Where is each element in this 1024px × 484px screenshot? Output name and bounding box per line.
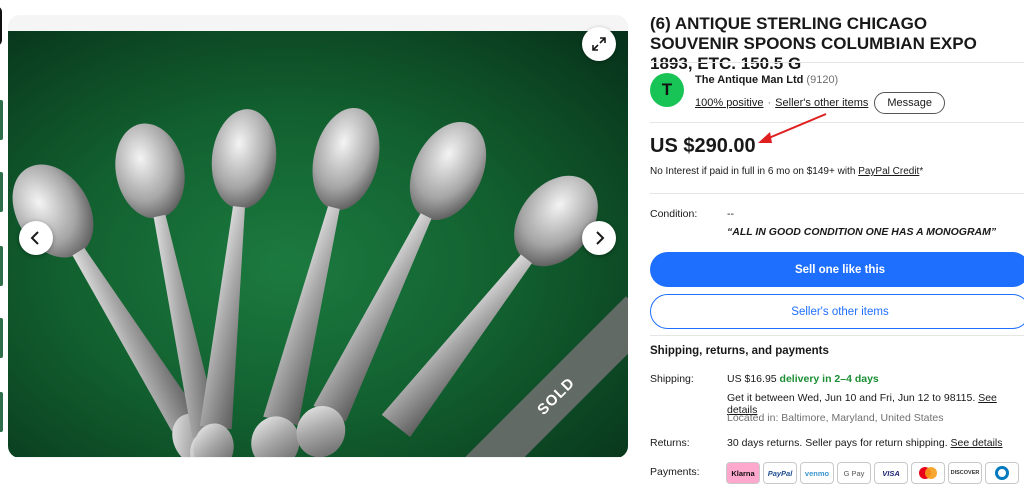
thumbnail[interactable] xyxy=(0,100,3,140)
delivery-estimate-text: Get it between Wed, Jun 10 and Fri, Jun … xyxy=(727,392,979,404)
divider xyxy=(650,193,1024,194)
delivery-speed: delivery in 2–4 days xyxy=(779,373,879,385)
item-location: Located in: Baltimore, Maryland, United … xyxy=(727,412,944,424)
thumbnail[interactable] xyxy=(0,392,3,432)
product-photo[interactable]: SOLD xyxy=(8,31,628,457)
shipping-cost-text: US $16.95 xyxy=(727,373,780,385)
credit-suffix: * xyxy=(919,166,924,177)
expand-icon xyxy=(592,37,606,51)
thumbnail-selected[interactable] xyxy=(0,6,2,46)
red-arrow-annotation-icon xyxy=(758,113,827,143)
divider xyxy=(650,335,1024,336)
payment-methods: Klarna PayPal venmo G Pay VISA DISCOVER xyxy=(726,462,1019,484)
expand-button[interactable] xyxy=(582,27,616,61)
returns-label: Returns: xyxy=(650,437,690,449)
returns-text: 30 days returns. Seller pays for return … xyxy=(727,437,951,449)
condition-value: -- xyxy=(727,208,734,220)
seller-card: T The Antique Man Ltd (9120) 100% positi… xyxy=(650,72,1024,118)
shipping-label: Shipping: xyxy=(650,373,694,385)
paypal-icon: PayPal xyxy=(763,462,797,484)
message-button[interactable]: Message xyxy=(874,92,946,114)
chevron-right-icon xyxy=(596,231,605,245)
mastercard-icon xyxy=(911,462,945,484)
condition-label: Condition: xyxy=(650,208,698,220)
thumbnail-strip xyxy=(0,0,6,478)
returns-see-details-link[interactable]: See details xyxy=(951,437,1003,449)
condition-note: “ALL IN GOOD CONDITION ONE HAS A MONOGRA… xyxy=(727,226,997,238)
separator: · xyxy=(767,97,772,109)
seller-other-items-link[interactable]: Seller's other items xyxy=(775,97,868,109)
credit-offer: No Interest if paid in full in 6 mo on $… xyxy=(650,166,923,177)
seller-name-text[interactable]: The Antique Man Ltd xyxy=(695,74,803,86)
listing-details: (6) ANTIQUE STERLING CHICAGO SOUVENIR SP… xyxy=(650,0,1024,484)
sell-one-like-this-button[interactable]: Sell one like this xyxy=(650,252,1024,287)
image-gallery: SOLD xyxy=(8,15,628,458)
shipping-cost: US $16.95 delivery in 2–4 days xyxy=(727,373,879,385)
thumbnail[interactable] xyxy=(0,246,3,286)
discover-icon: DISCOVER xyxy=(948,462,982,484)
chevron-left-icon xyxy=(30,231,39,245)
positive-feedback-link[interactable]: 100% positive xyxy=(695,97,764,109)
diners-club-icon xyxy=(985,462,1019,484)
divider xyxy=(650,62,1024,63)
sellers-other-items-button[interactable]: Seller's other items xyxy=(650,294,1024,329)
thumbnail[interactable] xyxy=(0,318,3,358)
shipping-section-title: Shipping, returns, and payments xyxy=(650,345,829,357)
thumbnail[interactable] xyxy=(0,172,3,212)
paypal-credit-link[interactable]: PayPal Credit xyxy=(858,166,919,177)
price: US $290.00 xyxy=(650,135,756,157)
visa-icon: VISA xyxy=(874,462,908,484)
payments-label: Payments: xyxy=(650,466,700,478)
next-image-button[interactable] xyxy=(582,221,616,255)
previous-image-button[interactable] xyxy=(19,221,53,255)
seller-feedback-score: (9120) xyxy=(806,74,839,86)
mastercard-logo-icon xyxy=(919,467,937,479)
returns-policy: 30 days returns. Seller pays for return … xyxy=(727,437,1002,449)
venmo-icon: venmo xyxy=(800,462,834,484)
diners-logo-icon xyxy=(995,466,1009,480)
google-pay-icon: G Pay xyxy=(837,462,871,484)
divider xyxy=(650,122,1024,123)
seller-avatar[interactable]: T xyxy=(650,73,684,107)
klarna-icon: Klarna xyxy=(726,462,760,484)
seller-name[interactable]: The Antique Man Ltd (9120) xyxy=(695,74,838,86)
credit-text: No Interest if paid in full in 6 mo on $… xyxy=(650,166,859,177)
listing-title: (6) ANTIQUE STERLING CHICAGO SOUVENIR SP… xyxy=(650,14,977,73)
